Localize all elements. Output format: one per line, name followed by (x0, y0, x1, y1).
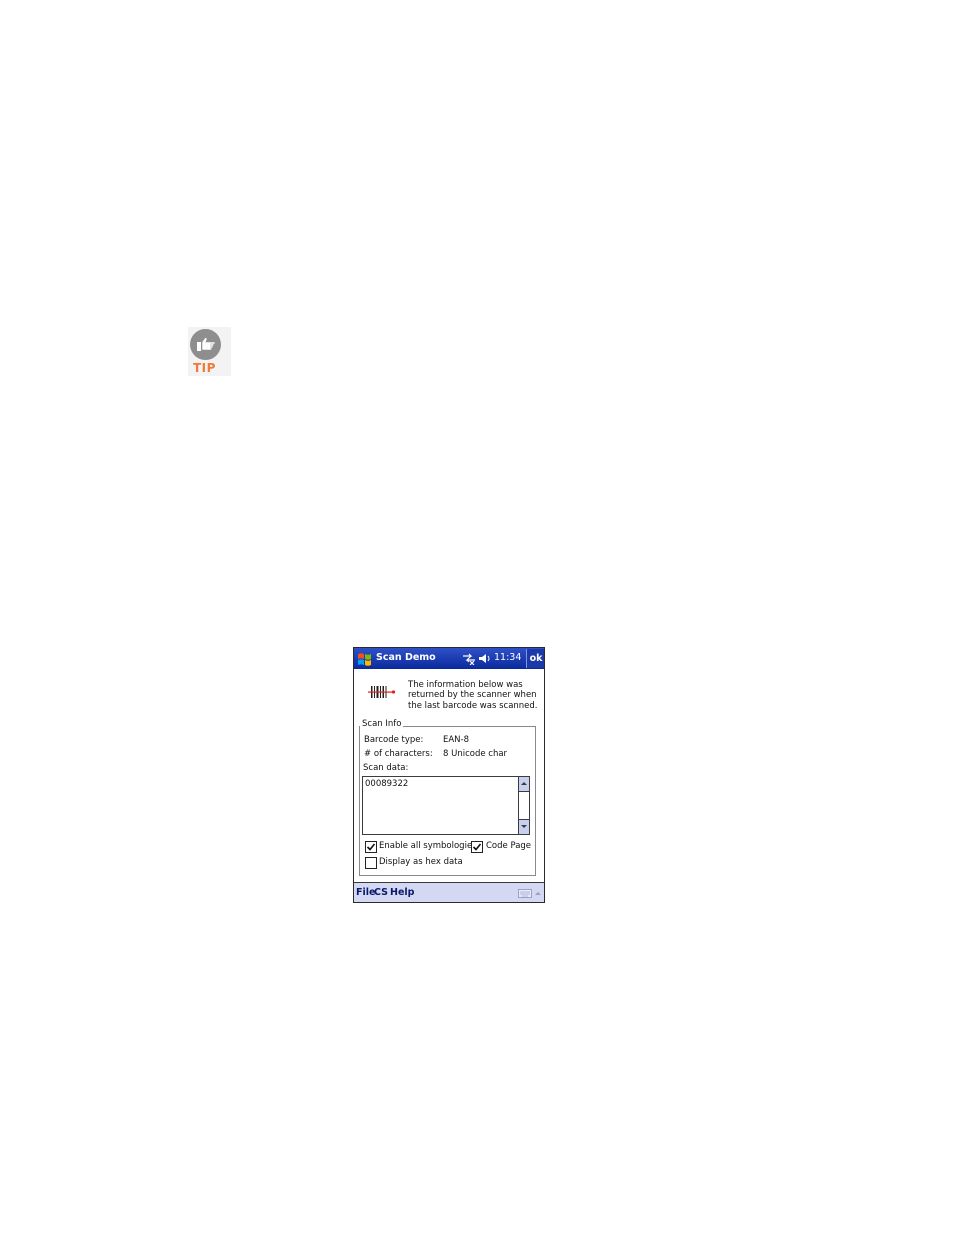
window-title: Scan Demo (376, 652, 436, 663)
barcode-type-label: Barcode type: (364, 735, 424, 745)
barcode-type-value: EAN-8 (443, 735, 470, 745)
code-page-label[interactable]: Code Page (486, 841, 531, 851)
clock[interactable]: 11:34 (494, 652, 521, 663)
code-page-checkbox[interactable] (471, 841, 483, 853)
menu-file[interactable]: File (356, 887, 375, 898)
barcode-scanner-icon (368, 686, 396, 698)
checkmark-icon (366, 843, 376, 851)
scroll-down-arrow-icon[interactable] (519, 819, 529, 834)
display-as-hex-checkbox[interactable] (365, 857, 377, 869)
menu-help[interactable]: Help (390, 887, 414, 898)
menu-cs[interactable]: CS (374, 887, 388, 898)
checkmark-icon (472, 843, 482, 851)
tip-badge: TIP (188, 327, 231, 376)
menu-bar: File CS Help (354, 882, 544, 902)
input-panel-arrow-icon[interactable] (535, 892, 541, 895)
scan-data-value: 00089322 (365, 779, 409, 789)
tip-label: TIP (193, 361, 216, 375)
keyboard-icon[interactable] (518, 889, 532, 898)
enable-all-symbologies-label[interactable]: Enable all symbologies (379, 841, 477, 851)
windows-flag-icon[interactable] (357, 651, 372, 666)
title-bar: Scan Demo 11:34 ok (354, 648, 544, 669)
scan-data-textbox[interactable]: 00089322 (362, 776, 530, 835)
ok-button[interactable]: ok (526, 649, 544, 668)
scan-demo-window: Scan Demo 11:34 ok The information below… (353, 647, 545, 903)
scan-data-label: Scan data: (363, 763, 409, 773)
scan-info-legend: Scan Info (360, 719, 404, 730)
char-count-value: 8 Unicode char (443, 749, 508, 759)
char-count-label: # of characters: (364, 749, 433, 759)
speaker-icon[interactable] (478, 653, 492, 664)
scroll-up-arrow-icon[interactable] (519, 777, 529, 792)
scan-data-scrollbar[interactable] (518, 777, 529, 834)
intro-text: The information below was returned by th… (408, 680, 538, 711)
connectivity-icon[interactable] (462, 652, 476, 665)
enable-all-symbologies-checkbox[interactable] (365, 841, 377, 853)
display-as-hex-label[interactable]: Display as hex data (379, 857, 463, 867)
pointing-hand-icon (190, 329, 221, 360)
